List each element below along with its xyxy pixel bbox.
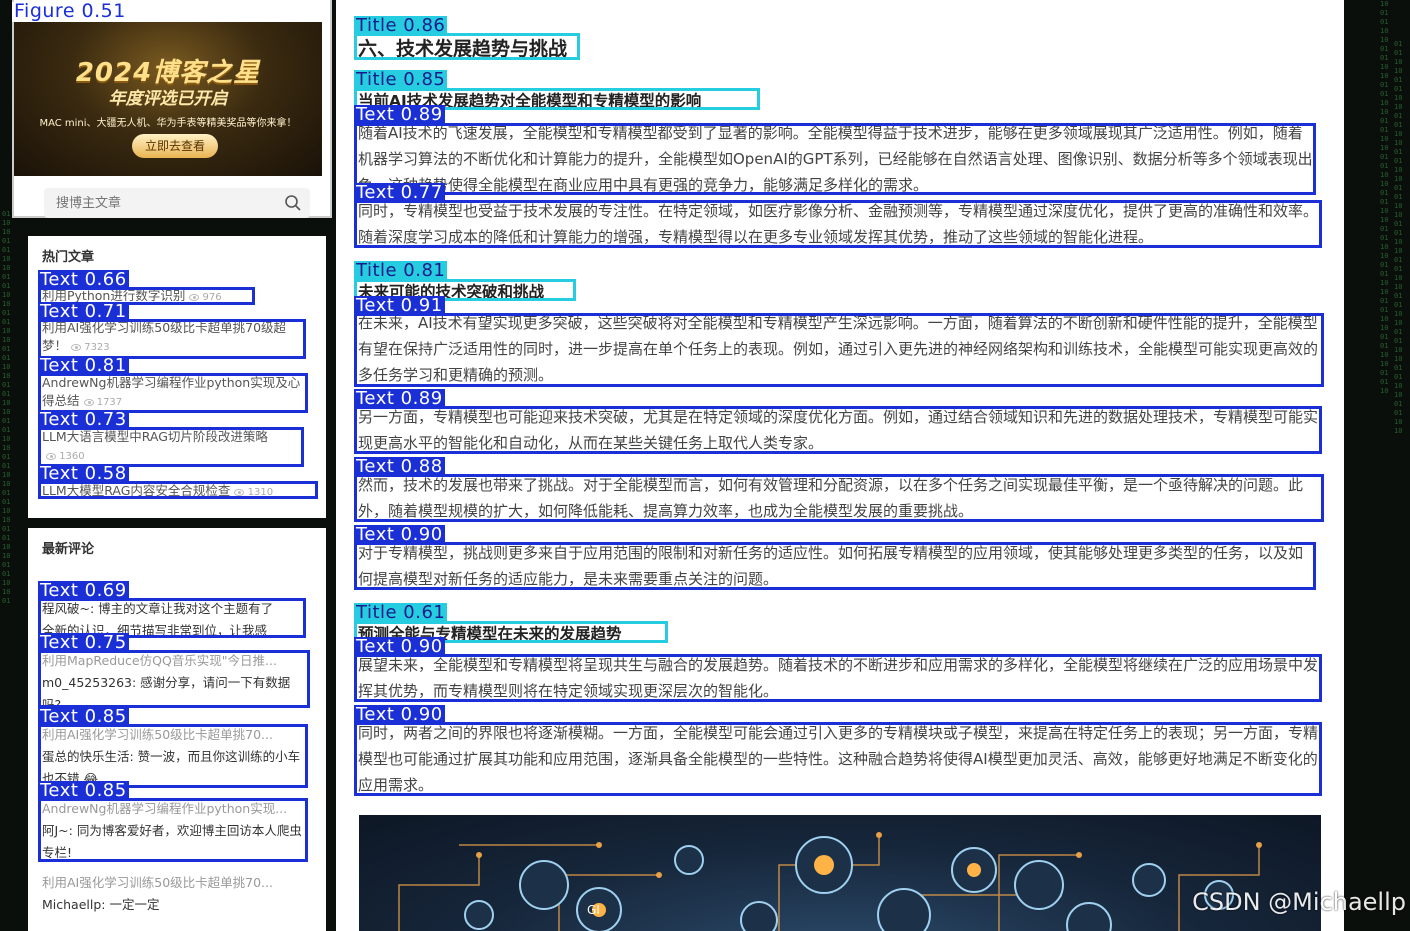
detection-label: Text 0.90 (354, 524, 445, 545)
detection-box (354, 33, 580, 60)
gi-text: GI (587, 903, 600, 917)
detection-box (354, 654, 1322, 702)
detection-box (354, 474, 1324, 522)
detection-box (38, 319, 306, 359)
detection-label: Text 0.75 (38, 632, 129, 653)
detection-label: Text 0.73 (38, 409, 129, 430)
detection-box (38, 798, 308, 862)
detection-box (38, 427, 304, 467)
comment-body: Michaellp: 一定一定 (42, 897, 160, 912)
detection-box (38, 373, 308, 413)
blog-search (44, 188, 310, 218)
comment-item[interactable]: 利用AI强化学习训练50级比卡超单挑70... Michaellp: 一定一定 (42, 872, 308, 916)
detection-label: Text 0.85 (38, 780, 129, 801)
detection-label: Title 0.86 (354, 15, 448, 36)
network-graphic: GI (398, 832, 1262, 931)
banner-cta-button[interactable]: 立即去查看 (132, 134, 218, 158)
banner-subline: 年度评选已开启 (108, 89, 228, 109)
banner-prize-line: MAC mini、大疆无人机、华为手表等精美奖品等你来拿！ (39, 118, 297, 129)
detection-box (38, 724, 308, 788)
matrix-rain-decoration: 0101101001011010010110100101101001011010… (1394, 40, 1403, 435)
detection-label: Text 0.69 (38, 580, 129, 601)
detection-box (354, 200, 1322, 248)
detection-box (354, 542, 1316, 590)
detection-label: Text 0.89 (354, 104, 445, 125)
recent-comments-heading: 最新评论 (42, 542, 95, 557)
detection-label: Text 0.66 (38, 269, 129, 290)
detection-label: Text 0.90 (354, 636, 445, 657)
matrix-rain-decoration: 1001011010010110100101101001011010010110… (1380, 0, 1389, 395)
detection-label: Text 0.91 (354, 295, 445, 316)
detection-label: Text 0.77 (354, 182, 445, 203)
hot-articles-heading: 热门文章 (42, 250, 95, 265)
detection-label: Text 0.81 (38, 355, 129, 376)
detection-label: Text 0.88 (354, 456, 445, 477)
detection-label: Text 0.90 (354, 704, 445, 725)
search-input[interactable] (56, 194, 266, 212)
detection-box (354, 123, 1316, 195)
detection-box (38, 650, 310, 708)
detection-box (354, 722, 1322, 796)
detection-label: Text 0.89 (354, 388, 445, 409)
search-icon[interactable] (284, 194, 302, 212)
detection-label: Title 0.85 (354, 69, 448, 90)
detection-label: Text 0.71 (38, 301, 129, 322)
detection-label: Title 0.61 (354, 602, 448, 623)
detection-box (354, 406, 1322, 454)
detection-label: Text 0.58 (38, 463, 129, 484)
detection-label: Text 0.85 (38, 706, 129, 727)
blog-star-banner[interactable]: 2024博客之星 年度评选已开启 MAC mini、大疆无人机、华为手表等精美奖… (14, 22, 322, 176)
figure-detection-label: Figure 0.51 (12, 0, 128, 22)
detection-label: Title 0.81 (354, 260, 448, 281)
comment-article[interactable]: 利用AI强化学习训练50级比卡超单挑70... (42, 872, 308, 894)
matrix-rain-decoration: 0110100101101001011010010110100101101001… (2, 210, 11, 605)
detection-box (354, 313, 1324, 387)
csdn-watermark: CSDN @Michaellp (1192, 888, 1406, 916)
ai-network-illustration: GI (359, 815, 1321, 931)
